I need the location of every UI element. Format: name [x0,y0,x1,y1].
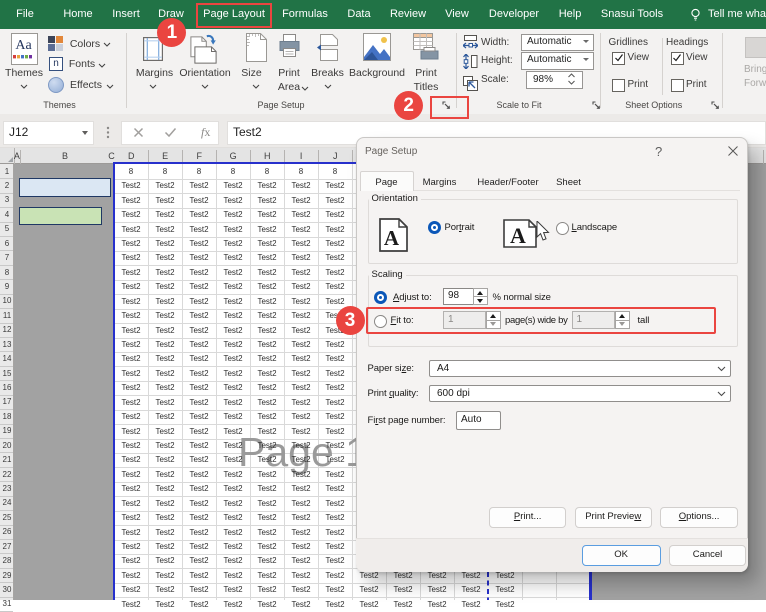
svg-text:A: A [384,226,400,250]
svg-text:A: A [510,223,526,248]
